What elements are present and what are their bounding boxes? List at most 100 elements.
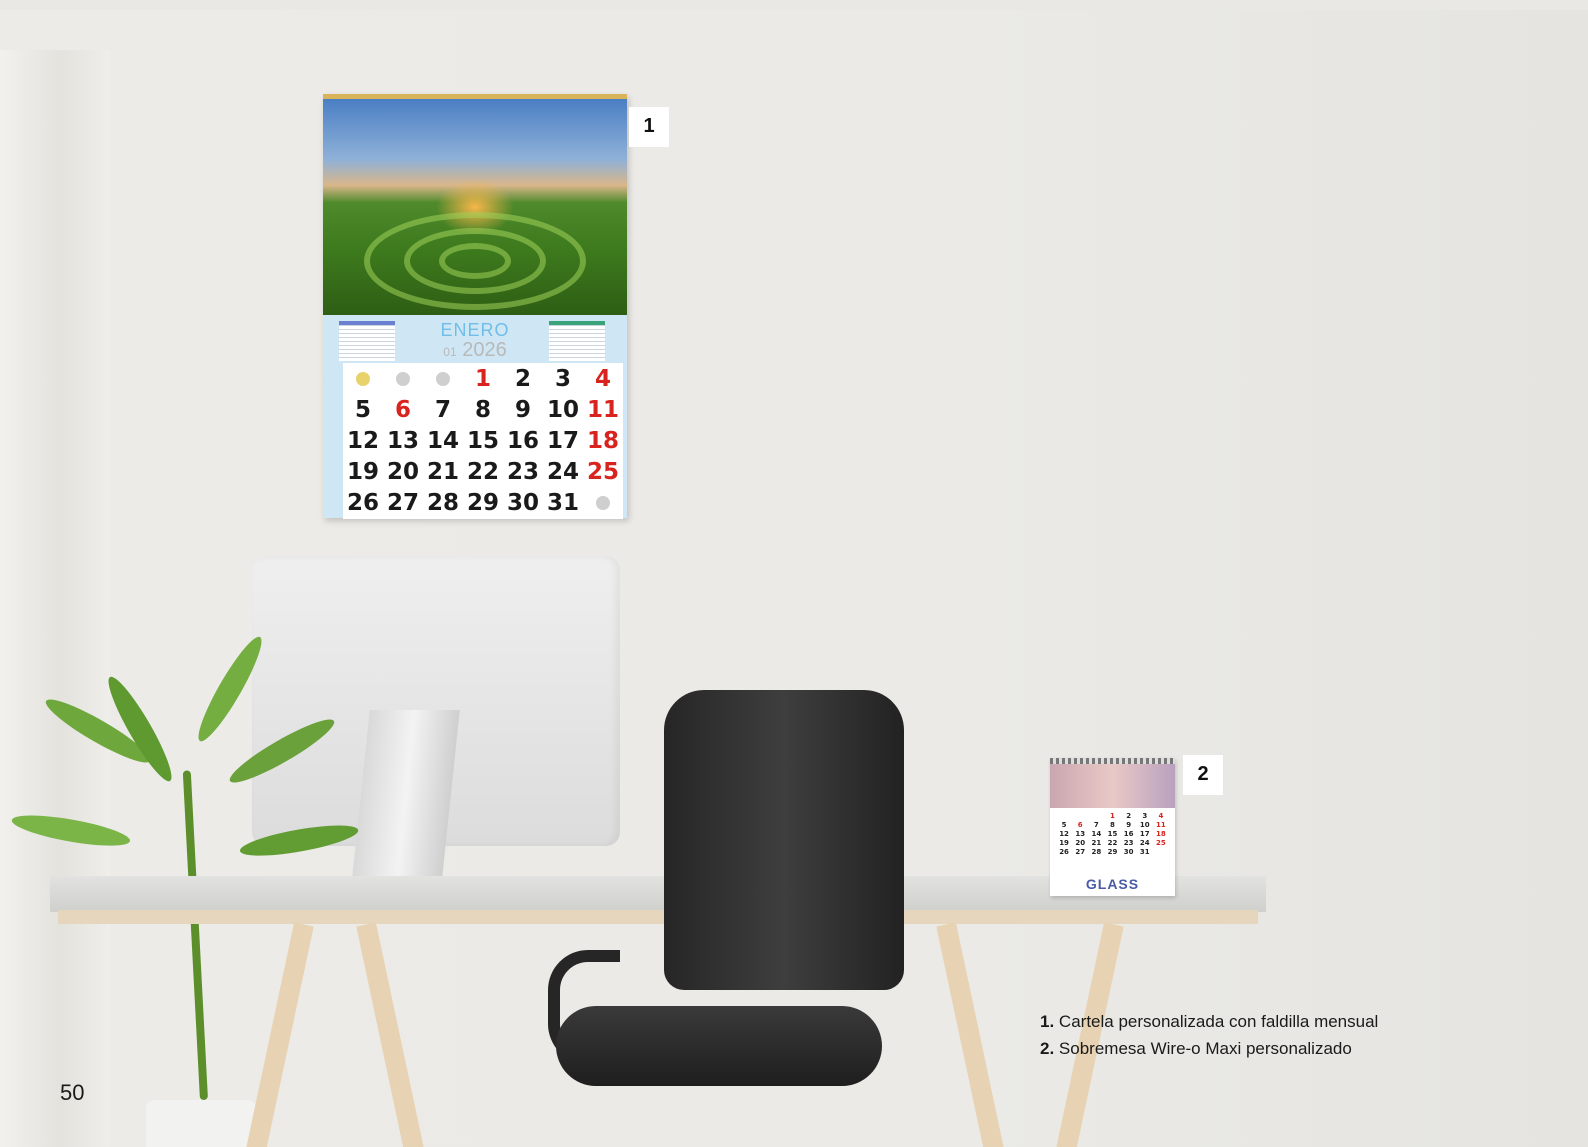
caption-line-2: 2. Sobremesa Wire-o Maxi personalizado: [1040, 1035, 1378, 1062]
calendar-day: 29: [466, 490, 499, 516]
desk-calendar-day: 6: [1077, 821, 1083, 829]
desk-calendar-day: 18: [1156, 830, 1166, 838]
calendar-month: ENERO: [440, 320, 510, 340]
desk-calendar-day: 7: [1093, 821, 1099, 829]
desk-leg: [936, 922, 1004, 1147]
calendar-day: 1: [474, 366, 491, 392]
calendar-day: 8: [474, 397, 491, 423]
monitor-stand: [350, 710, 460, 896]
desk-calendar-day: 16: [1123, 830, 1134, 838]
calendar-day: 31: [546, 490, 579, 516]
desk-calendar-day: [1056, 812, 1072, 820]
calendar-day: 16: [506, 428, 539, 454]
calendar-day: 18: [586, 428, 619, 454]
calendar-day: 20: [386, 459, 419, 485]
desk-calendar-day: 22: [1107, 839, 1118, 847]
moon-phase-icon: [423, 365, 463, 393]
calendar-day: 15: [466, 428, 499, 454]
caption-line-1: 1. Cartela personalizada con faldilla me…: [1040, 1008, 1378, 1035]
plant-pot: [146, 1100, 256, 1147]
calendar-day: 14: [426, 428, 459, 454]
plant-stem: [182, 770, 208, 1101]
desk-calendar-day: 25: [1156, 839, 1166, 847]
desk-calendar-day: 5: [1061, 821, 1067, 829]
office-chair-seat: [556, 1006, 882, 1086]
calendar-landscape-photo: [323, 99, 627, 315]
desk-calendar-day: [1088, 812, 1104, 820]
desk-calendar-day: 2: [1126, 812, 1132, 820]
calendar-day: 24: [546, 459, 579, 485]
desk-leg: [356, 922, 424, 1147]
desk-calendar-day: 17: [1139, 830, 1150, 838]
calendar-day: 6: [394, 397, 411, 423]
calendar-year: 01 2026: [323, 339, 627, 362]
desk-calendar-day: 8: [1110, 821, 1115, 829]
calendar-day: 7: [434, 397, 451, 423]
calendar-day: 9: [514, 397, 531, 423]
desk-calendar-day: 14: [1091, 830, 1102, 838]
calendar-day: 13: [386, 428, 419, 454]
calendar-day: 25: [586, 459, 619, 485]
desk-calendar-day: 4: [1158, 812, 1164, 820]
desk-calendar-brand: GLASS: [1085, 876, 1140, 892]
photo-ring: [364, 212, 586, 310]
moon-phase-icon: [343, 365, 383, 393]
desk-calendar-day: 12: [1059, 830, 1069, 838]
desk-calendar-day: 11: [1156, 821, 1166, 829]
calendar-day: 28: [426, 490, 459, 516]
calendar-day: 17: [546, 428, 579, 454]
desk-calendar-day: 23: [1123, 839, 1134, 847]
desk-calendar-day: 9: [1126, 821, 1132, 829]
desk-calendar: 1 2 3 4 5 6 7 8 9 10 11 12 13 14 15 16 17 18 19 20 21 22 23 24 2…: [1050, 758, 1175, 896]
caption-number: 2.: [1040, 1039, 1055, 1058]
desk-calendar-day: 28: [1091, 848, 1102, 856]
calendar-day: 3: [554, 366, 571, 392]
caption-number: 1.: [1040, 1012, 1055, 1031]
page-number: 50: [60, 1080, 85, 1105]
desk-calendar-day: 13: [1075, 830, 1086, 838]
calendar-day: 12: [346, 428, 379, 454]
product-label-1: 1: [629, 107, 669, 147]
desk-edge: [58, 910, 1258, 924]
desk-calendar-day: [1072, 812, 1088, 820]
calendar-day: 27: [386, 490, 419, 516]
calendar-grid-area: ENERO 01 2026 1 2 3 4 5 6 7 8 9 10 11 12 13 14 15 16 17 1…: [323, 315, 627, 519]
desk-calendar-day: 3: [1142, 812, 1148, 820]
curtain: [0, 50, 110, 1147]
wall-calendar: ENERO 01 2026 1 2 3 4 5 6 7 8 9 10 11 12 13 14 15 16 17 1…: [323, 94, 627, 519]
desk-calendar-day: 29: [1107, 848, 1118, 856]
desk-calendar-day: 1: [1110, 812, 1115, 820]
calendar-day: 26: [346, 490, 379, 516]
desk-calendar-day: 26: [1059, 848, 1069, 856]
desk-calendar-day: 31: [1139, 848, 1150, 856]
calendar-day: 10: [546, 397, 579, 423]
calendar-day: 30: [506, 490, 539, 516]
calendar-days-grid: 1 2 3 4 5 6 7 8 9 10 11 12 13 14 15 16 17 18 19 20 21 22 23 24 2…: [343, 363, 623, 519]
desk-calendar-day: [1153, 848, 1169, 856]
product-captions: 1. Cartela personalizada con faldilla me…: [1040, 1008, 1378, 1062]
calendar-year-value: 2026: [462, 339, 507, 361]
desk-calendar-day: 30: [1123, 848, 1134, 856]
calendar-month-number: 01: [443, 345, 457, 359]
calendar-day: 2: [514, 366, 531, 392]
calendar-day: 22: [466, 459, 499, 485]
calendar-day: 23: [506, 459, 539, 485]
product-label-2: 2: [1183, 755, 1223, 795]
desk-calendar-day: 21: [1091, 839, 1102, 847]
desk-calendar-day: 24: [1139, 839, 1150, 847]
moon-phase-icon: [583, 489, 623, 517]
office-chair-back: [664, 690, 904, 990]
calendar-day: 5: [354, 397, 371, 423]
calendar-day: 4: [594, 366, 611, 392]
desk-calendar-day: 27: [1075, 848, 1086, 856]
desk-calendar-day: 10: [1139, 821, 1150, 829]
calendar-day: 21: [426, 459, 459, 485]
desk-calendar-day: 19: [1059, 839, 1069, 847]
moon-phase-icon: [383, 365, 423, 393]
calendar-day: 11: [586, 397, 619, 423]
desk-calendar-day: 20: [1075, 839, 1086, 847]
caption-text: Cartela personalizada con faldilla mensu…: [1058, 1012, 1379, 1031]
desk-calendar-days-grid: 1 2 3 4 5 6 7 8 9 10 11 12 13 14 15 16 17 18 19 20 21 22 23 24 2…: [1050, 808, 1175, 860]
desk-calendar-day: 15: [1107, 830, 1118, 838]
calendar-day: 19: [346, 459, 379, 485]
